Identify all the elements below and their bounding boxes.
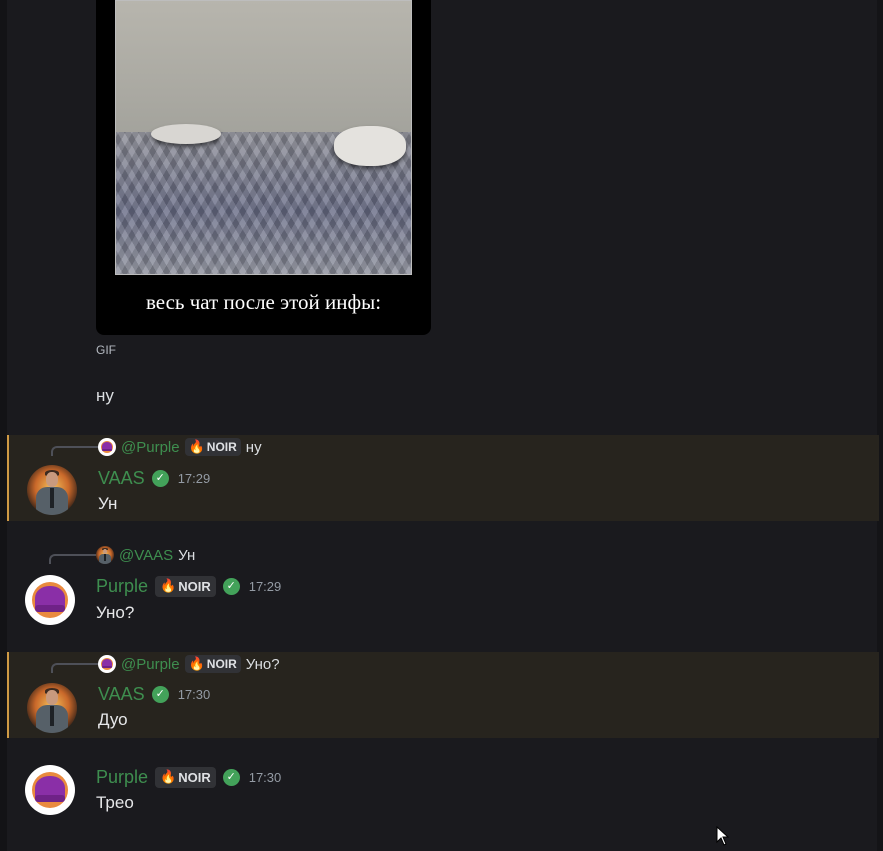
timestamp[interactable]: 17:29 [178, 471, 211, 486]
gif-pillow-left [151, 124, 221, 144]
avatar-purple-mini [98, 438, 116, 456]
message-text: Уно? [96, 603, 135, 622]
flame-icon: 🔥 [160, 769, 177, 784]
verified-check-icon: ✓ [151, 685, 169, 703]
message-item[interactable]: @VAAS Ун Purple 🔥 NOIR ✓ 17:29 Уно? [7, 543, 877, 635]
reply-author[interactable]: @VAAS [119, 547, 173, 564]
message-item[interactable]: @Purple 🔥 NOIR Уно? VAAS ✓ 17:30 Дуо [7, 652, 879, 738]
gif-caption: весь чат после этой инфы: [145, 290, 382, 314]
reply-connector [51, 446, 99, 456]
tag-label: NOIR [206, 657, 237, 671]
server-tag[interactable]: 🔥 NOIR [155, 766, 216, 788]
message-header: Purple 🔥 NOIR ✓ 17:29 [96, 574, 281, 598]
message-item[interactable]: @Purple 🔥 NOIR ну VAAS ✓ 17:29 Ун [7, 435, 879, 521]
server-tag[interactable]: 🔥 NOIR [184, 438, 241, 456]
gif-image[interactable] [115, 0, 412, 275]
reply-text: Уно? [245, 655, 280, 673]
reply-text: ну [245, 438, 262, 456]
verified-check-icon: ✓ [151, 469, 169, 487]
avatar-purple[interactable] [25, 575, 75, 625]
flame-icon: 🔥 [188, 439, 205, 454]
reply-preview[interactable]: @Purple 🔥 NOIR ну [98, 436, 262, 458]
author-name[interactable]: Purple [96, 767, 148, 788]
author-name[interactable]: VAAS [98, 684, 145, 705]
reply-connector [49, 554, 97, 564]
message-header: Purple 🔥 NOIR ✓ 17:30 [96, 765, 281, 789]
reply-preview[interactable]: @Purple 🔥 NOIR Уно? [98, 653, 280, 675]
flame-icon: 🔥 [188, 656, 205, 671]
reply-preview[interactable]: @VAAS Ун [96, 544, 195, 566]
message-text: Дуо [98, 710, 128, 729]
gif-pillow-right [334, 126, 406, 166]
message-text: ну [96, 386, 114, 405]
message-text: Ун [98, 494, 118, 513]
message-header: VAAS ✓ 17:30 [98, 682, 210, 706]
message-header: VAAS ✓ 17:29 [98, 466, 210, 490]
message-item[interactable]: Purple 🔥 NOIR ✓ 17:30 Трео [7, 755, 877, 827]
message-text: Трео [96, 793, 134, 812]
avatar-vaas[interactable] [27, 683, 77, 733]
reply-author[interactable]: @Purple [121, 439, 180, 456]
timestamp[interactable]: 17:30 [178, 687, 211, 702]
verified-check-icon: ✓ [222, 577, 240, 595]
reply-text: Ун [178, 546, 196, 564]
left-gutter [0, 0, 7, 851]
author-name[interactable]: VAAS [98, 468, 145, 489]
avatar-vaas[interactable] [27, 465, 77, 515]
timestamp[interactable]: 17:30 [249, 770, 282, 785]
tag-label: NOIR [178, 769, 211, 785]
reply-connector [51, 663, 99, 673]
tag-label: NOIR [206, 440, 237, 454]
avatar-purple[interactable] [25, 765, 75, 815]
tag-label: NOIR [178, 578, 211, 594]
server-tag[interactable]: 🔥 NOIR [155, 575, 216, 597]
server-tag[interactable]: 🔥 NOIR [184, 655, 241, 673]
avatar-vaas-mini [96, 546, 114, 564]
verified-check-icon: ✓ [222, 768, 240, 786]
gif-label: GIF [96, 343, 116, 357]
avatar-purple-mini [98, 655, 116, 673]
timestamp[interactable]: 17:29 [249, 579, 282, 594]
author-name[interactable]: Purple [96, 576, 148, 597]
reply-author[interactable]: @Purple [121, 656, 180, 673]
flame-icon: 🔥 [160, 578, 177, 593]
